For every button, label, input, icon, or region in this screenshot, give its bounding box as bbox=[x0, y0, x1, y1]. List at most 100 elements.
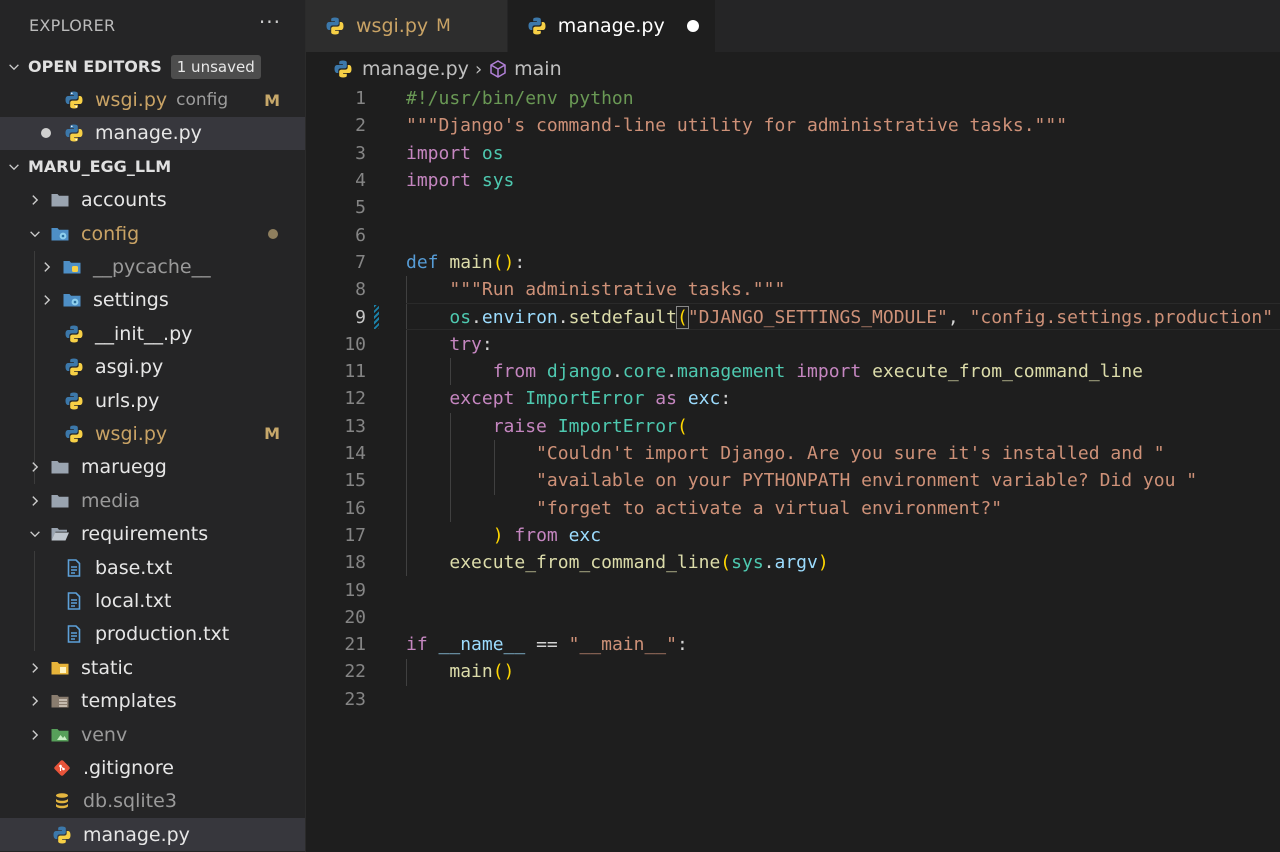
python-file-icon bbox=[324, 15, 346, 37]
tree-item-label: media bbox=[81, 489, 141, 512]
open-editor-item-manage[interactable]: manage.py bbox=[0, 116, 305, 151]
environment-folder-icon bbox=[49, 724, 71, 746]
attribute: argv bbox=[774, 552, 818, 574]
tree-item-file[interactable]: __init__.py bbox=[0, 317, 305, 350]
code-text: import sys bbox=[406, 170, 514, 191]
chevron-right-icon bbox=[39, 259, 55, 275]
modified-badge: M bbox=[436, 16, 451, 36]
tree-item-label: venv bbox=[81, 723, 128, 746]
file-tree: accounts config __pycache__ settings __i… bbox=[0, 184, 305, 852]
line-number: 19 bbox=[344, 579, 366, 601]
breadcrumb-symbol[interactable]: main bbox=[514, 58, 561, 80]
tree-item-file[interactable]: db.sqlite3 bbox=[0, 785, 305, 818]
unsaved-dot-icon[interactable] bbox=[686, 20, 699, 32]
keyword: def bbox=[406, 251, 439, 273]
tree-item-file[interactable]: .gitignore bbox=[0, 751, 305, 784]
text-file-icon bbox=[63, 590, 85, 612]
tree-item-file[interactable]: base.txt bbox=[0, 551, 305, 584]
tree-item-label: maruegg bbox=[81, 456, 167, 479]
tree-item-file[interactable]: asgi.py bbox=[0, 351, 305, 384]
tree-item-file[interactable]: manage.py bbox=[0, 817, 305, 852]
class-name: ImportError bbox=[557, 415, 677, 437]
operator: == bbox=[536, 634, 558, 656]
explorer-title: EXPLORER bbox=[29, 15, 116, 35]
code-line: 5 bbox=[306, 194, 1280, 221]
tree-item-folder[interactable]: static bbox=[0, 651, 305, 684]
string: "available on your PYTHONPATH environmen… bbox=[536, 470, 1198, 492]
tree-item-folder[interactable]: media bbox=[0, 484, 305, 517]
code-text: "forget to activate a virtual environmen… bbox=[406, 498, 1002, 519]
code-line: 6 bbox=[306, 222, 1280, 249]
chevron-right-icon bbox=[39, 292, 55, 308]
module: management bbox=[676, 361, 786, 383]
tree-item-label: base.txt bbox=[95, 556, 173, 579]
python-file-icon bbox=[63, 423, 85, 445]
open-editor-item-wsgi[interactable]: wsgi.py config M bbox=[0, 83, 305, 116]
comment: #!/usr/bin/env python bbox=[406, 88, 634, 110]
line-number: 11 bbox=[344, 361, 366, 383]
keyword: if bbox=[406, 634, 428, 656]
tree-item-label: asgi.py bbox=[95, 356, 164, 379]
keyword: import bbox=[406, 142, 472, 164]
tree-item-folder[interactable]: maruegg bbox=[0, 451, 305, 484]
tree-item-file[interactable]: local.txt bbox=[0, 584, 305, 617]
tree-item-file[interactable]: wsgi.py M bbox=[0, 417, 305, 450]
file-name: manage.py bbox=[95, 122, 202, 145]
breadcrumb-file[interactable]: manage.py bbox=[362, 58, 469, 80]
code-text: from django.core.management import execu… bbox=[492, 361, 1144, 383]
string: "DJANGO_SETTINGS_MODULE" bbox=[687, 306, 948, 328]
line-number: 14 bbox=[344, 443, 366, 465]
file-description: config bbox=[176, 90, 229, 111]
keyword: except bbox=[449, 388, 515, 410]
code-text: "Couldn't import Django. Are you sure it… bbox=[406, 443, 1165, 464]
tree-item-folder[interactable]: venv bbox=[0, 718, 305, 751]
string: "forget to activate a virtual environmen… bbox=[536, 497, 1003, 519]
docstring: """Django's command-line utility for adm… bbox=[406, 115, 1068, 137]
tree-item-file[interactable]: urls.py bbox=[0, 384, 305, 417]
code-line: 3 import os bbox=[306, 140, 1280, 167]
python-file-icon bbox=[63, 89, 85, 111]
code-line: 9 os.environ.setdefault("DJANGO_SETTINGS… bbox=[306, 303, 1280, 330]
function-name: execute_from_command_line bbox=[449, 552, 721, 574]
line-number: 13 bbox=[344, 415, 366, 437]
unsaved-dot-icon[interactable] bbox=[41, 128, 51, 139]
more-actions-icon[interactable]: ··· bbox=[259, 12, 281, 32]
keyword: raise bbox=[492, 415, 547, 437]
tab-manage[interactable]: manage.py bbox=[507, 0, 716, 52]
tab-wsgi[interactable]: wsgi.py M bbox=[306, 0, 508, 52]
line-number: 8 bbox=[355, 279, 366, 301]
code-line: 8 """Run administrative tasks.""" bbox=[306, 276, 1280, 303]
modified-badge: M bbox=[264, 90, 280, 110]
string: "__main__" bbox=[568, 634, 677, 656]
chevron-right-icon bbox=[27, 192, 43, 208]
code-line: 2 """Django's command-line utility for ad… bbox=[306, 112, 1280, 139]
tree-item-label: local.txt bbox=[95, 589, 172, 612]
unsaved-badge: 1 unsaved bbox=[170, 54, 261, 79]
tab-label: wsgi.py bbox=[356, 15, 429, 37]
code-editor[interactable]: 1 #!/usr/bin/env python 2 """Django's comm… bbox=[306, 85, 1280, 852]
tree-item-folder[interactable]: settings bbox=[0, 284, 305, 317]
line-number: 20 bbox=[344, 606, 366, 628]
code-line: 18 execute_from_command_line(sys.argv) bbox=[306, 549, 1280, 576]
breadcrumb: manage.py › main bbox=[332, 56, 562, 82]
line-number: 17 bbox=[344, 524, 366, 546]
tree-item-label: config bbox=[81, 222, 140, 245]
folder-icon bbox=[49, 456, 71, 478]
project-section[interactable]: MARU_EGG_LLM bbox=[0, 150, 305, 183]
code-text: """Run administrative tasks.""" bbox=[406, 279, 785, 300]
variable: exc bbox=[568, 524, 602, 546]
tree-item-folder[interactable]: accounts bbox=[0, 184, 305, 217]
tree-item-folder[interactable]: requirements bbox=[0, 517, 305, 550]
module: os bbox=[449, 306, 472, 328]
variable: exc bbox=[687, 388, 721, 410]
tree-item-folder[interactable]: config bbox=[0, 217, 305, 250]
function-name: execute_from_command_line bbox=[872, 361, 1144, 383]
tree-item-file[interactable]: production.txt bbox=[0, 618, 305, 651]
open-editors-section[interactable]: OPEN EDITORS 1 unsaved bbox=[0, 50, 305, 83]
tree-item-label: .gitignore bbox=[83, 756, 174, 779]
chevron-down-icon bbox=[27, 526, 43, 542]
tree-item-folder[interactable]: __pycache__ bbox=[0, 250, 305, 283]
function-name: main bbox=[449, 661, 493, 683]
tree-item-folder[interactable]: templates bbox=[0, 684, 305, 717]
tree-item-label: templates bbox=[81, 690, 177, 713]
